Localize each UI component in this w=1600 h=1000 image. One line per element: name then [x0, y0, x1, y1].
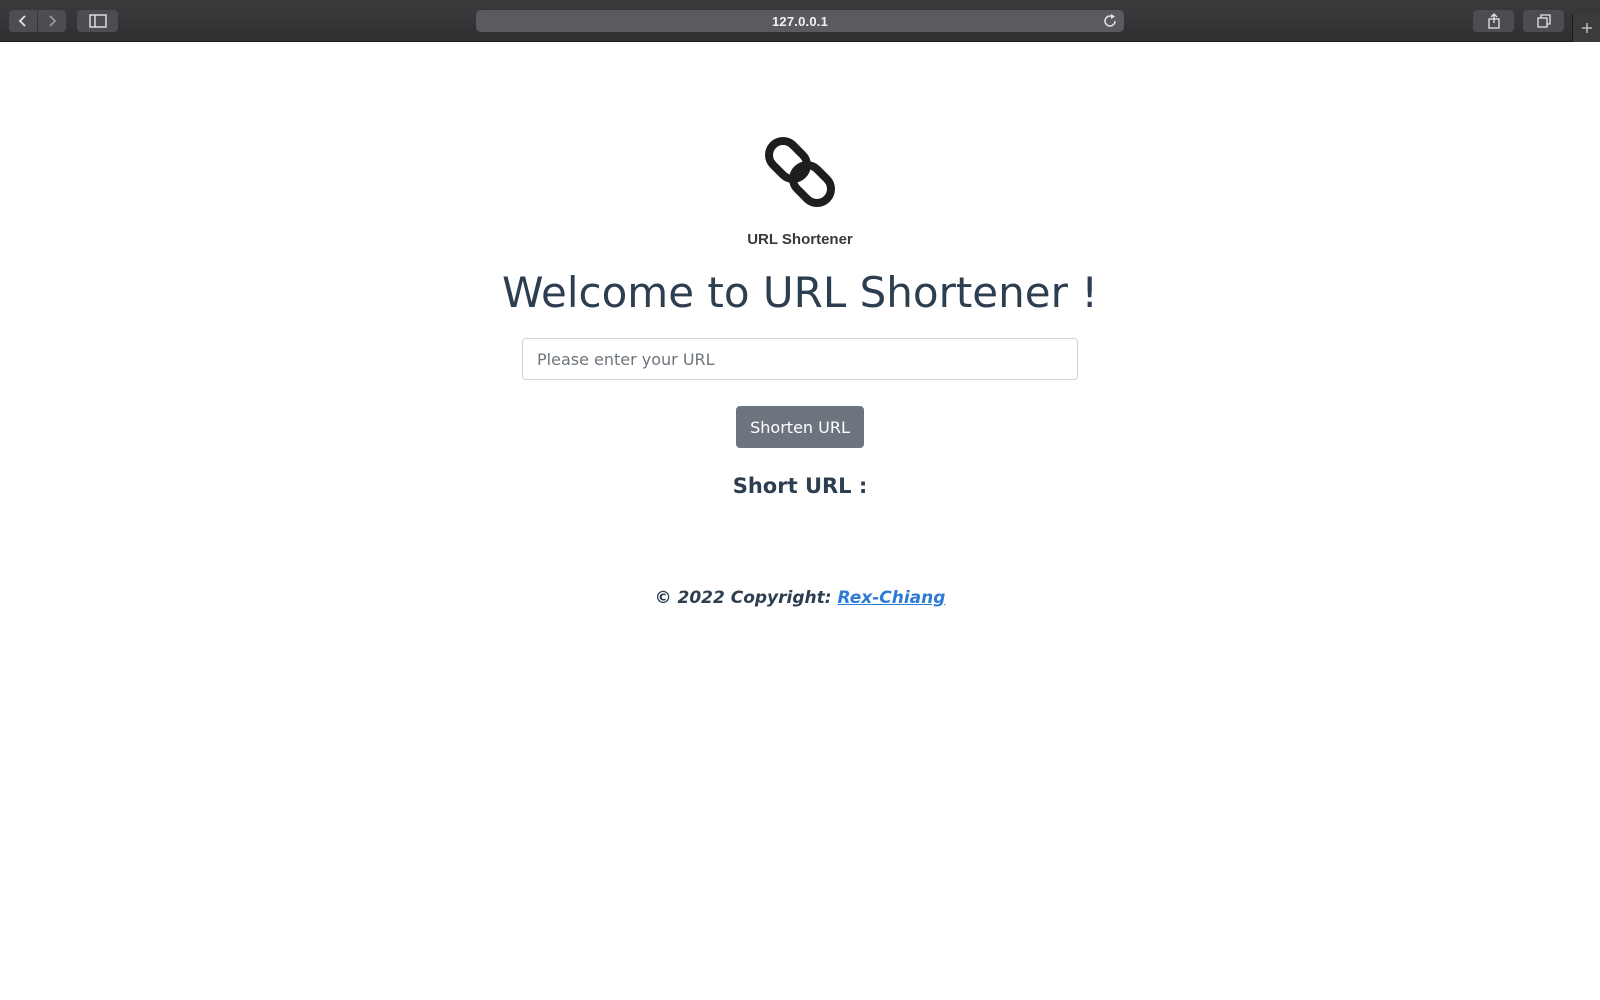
sidebar-icon	[88, 14, 107, 28]
shorten-url-button[interactable]: Shorten URL	[736, 406, 864, 448]
author-link[interactable]: Rex-Chiang	[837, 588, 945, 608]
address-bar[interactable]: 127.0.0.1	[476, 10, 1124, 32]
page-content: URL Shortener Welcome to URL Shortener !…	[0, 42, 1600, 1000]
copyright-text: © 2022 Copyright:	[654, 588, 838, 608]
chain-link-icon	[765, 137, 835, 207]
share-button[interactable]	[1473, 10, 1514, 32]
footer: © 2022 Copyright: Rex-Chiang	[0, 588, 1600, 608]
logo-caption: URL Shortener	[747, 231, 853, 248]
short-url-label: Short URL :	[732, 474, 868, 498]
forward-button[interactable]	[38, 10, 66, 32]
sidebar-button[interactable]	[77, 10, 118, 32]
back-button[interactable]	[9, 10, 37, 32]
address-text: 127.0.0.1	[771, 13, 828, 29]
tabs-overview-button[interactable]	[1523, 10, 1564, 32]
chevron-left-icon	[18, 15, 26, 27]
tabs-overview-icon	[1536, 14, 1551, 28]
page-title: Welcome to URL Shortener !	[501, 268, 1099, 317]
reload-icon[interactable]	[1102, 13, 1118, 29]
plus-icon	[1582, 23, 1592, 33]
browser-toolbar: 127.0.0.1	[0, 0, 1600, 42]
url-input[interactable]	[522, 338, 1078, 380]
new-tab-button[interactable]	[1572, 14, 1600, 42]
chevron-right-icon	[49, 15, 57, 27]
share-icon	[1487, 13, 1500, 29]
